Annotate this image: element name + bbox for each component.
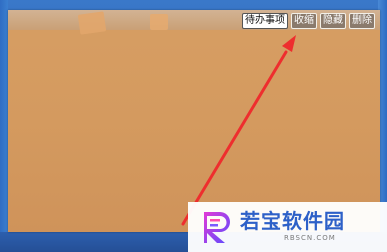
note-decoration: [77, 11, 107, 35]
hide-button[interactable]: 隐藏: [320, 13, 346, 29]
desktop-background: 待办事项 收缩 隐藏 删除 若宝软件园 RBSCN.COM: [0, 0, 387, 252]
todo-button[interactable]: 待办事项: [242, 13, 288, 29]
watermark: 若宝软件园 RBSCN.COM: [188, 202, 387, 252]
note-toolbar: 待办事项 收缩 隐藏 删除: [242, 13, 375, 29]
delete-button[interactable]: 删除: [349, 13, 375, 29]
watermark-brand: 若宝软件园: [240, 209, 345, 233]
note-titlebar[interactable]: 待办事项 收缩 隐藏 删除: [8, 10, 380, 35]
sticky-note-window[interactable]: 待办事项 收缩 隐藏 删除: [8, 10, 380, 232]
note-decoration: [150, 14, 168, 30]
desktop-edge-left: [0, 0, 8, 252]
collapse-button[interactable]: 收缩: [291, 13, 317, 29]
brand-logo-icon: [204, 212, 230, 243]
watermark-url: RBSCN.COM: [284, 234, 336, 242]
